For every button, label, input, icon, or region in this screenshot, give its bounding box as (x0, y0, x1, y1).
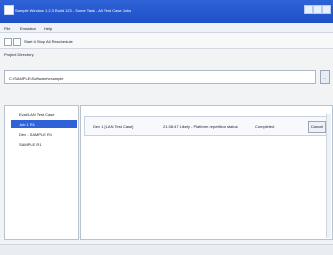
app-icon (4, 5, 14, 15)
menu-file[interactable]: File (4, 26, 10, 31)
project-directory-input[interactable]: C:\SAMPLE\Software\example (4, 70, 316, 84)
tree-item-sample[interactable]: SAMPLE R1 (11, 140, 77, 148)
task-name: Dev 1 [LAN Test Case] (93, 124, 134, 129)
minimize-icon[interactable] (304, 5, 313, 14)
tree-item-root[interactable]: Eval/LAN Test Case (11, 110, 77, 118)
task-time: 21:38:47 Likely - Platform repetition st… (163, 124, 238, 129)
tree-item-label: Eval/LAN Test Case (19, 112, 55, 117)
toolbar-text: Start It Stop All Reschedule (24, 39, 73, 44)
tree-item-dev[interactable]: Dev - SAMPLE R1 (11, 130, 77, 138)
tree-item-label: Job 1 R1 (19, 122, 36, 127)
menu-help[interactable]: Help (44, 26, 52, 31)
project-directory-value: C:\SAMPLE\Software\example (9, 76, 64, 81)
task-status: Completed (255, 124, 275, 129)
forward-icon[interactable] (13, 38, 21, 46)
browse-label: ... (323, 75, 327, 80)
cancel-button[interactable]: Cancel (308, 121, 326, 133)
project-directory-label: Project Directory (4, 52, 34, 57)
tree-item-job1[interactable]: Job 1 R1 (11, 120, 77, 128)
tree-item-label: SAMPLE R1 (19, 142, 42, 147)
window-titlebar: Sample Window 1.2.3 Build 123 - Some Tas… (0, 0, 333, 23)
status-bar (0, 244, 333, 255)
toolbar: Start It Stop All Reschedule (0, 33, 333, 49)
browse-button[interactable]: ... (320, 70, 330, 84)
menu-emulator[interactable]: Emulator (20, 26, 36, 31)
tree-pane: Eval/LAN Test Case Job 1 R1 Dev - SAMPLE… (4, 105, 79, 240)
vertical-scrollbar[interactable] (326, 114, 331, 238)
task-row[interactable]: Dev 1 [LAN Test Case] 21:38:47 Likely - … (84, 116, 329, 136)
window-title: Sample Window 1.2.3 Build 123 - Some Tas… (15, 8, 132, 13)
maximize-icon[interactable] (313, 5, 322, 14)
back-icon[interactable] (4, 38, 12, 46)
tree-item-label: Dev - SAMPLE R1 (19, 132, 53, 137)
close-icon[interactable] (322, 5, 331, 14)
menu-bar: File Emulator Help (0, 23, 333, 33)
